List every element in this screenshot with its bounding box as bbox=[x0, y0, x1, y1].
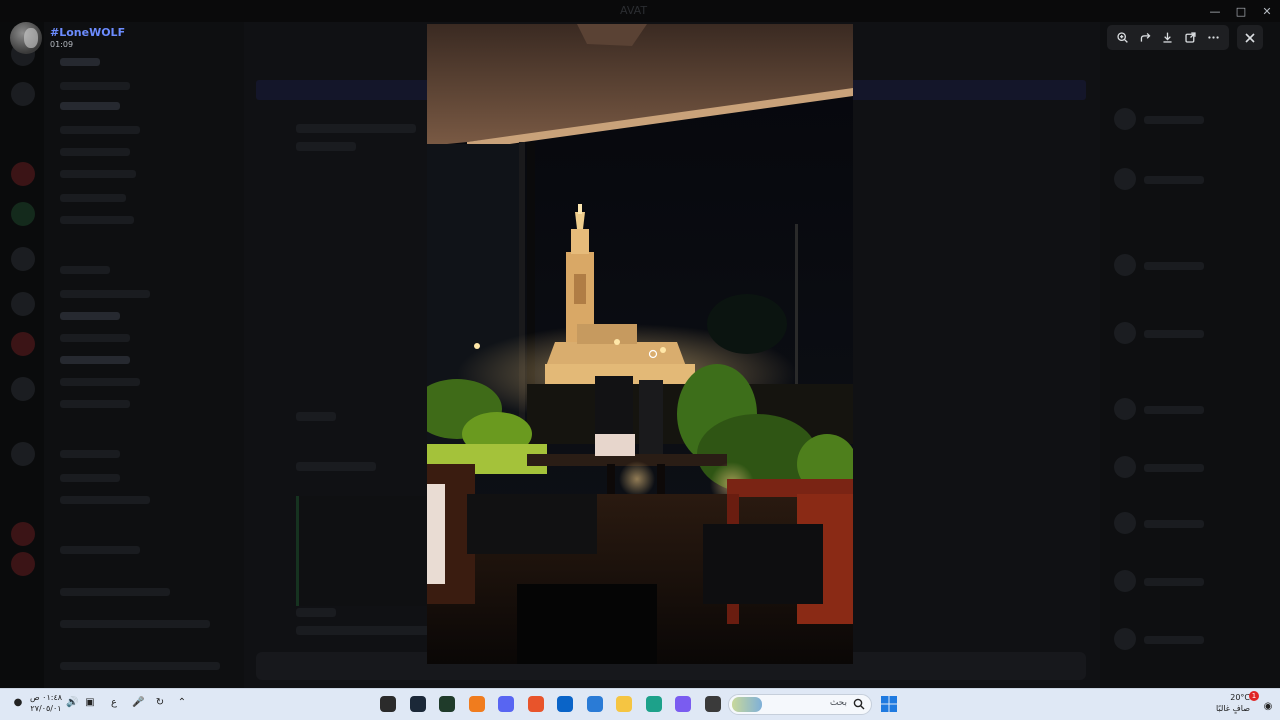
copilot-icon bbox=[675, 696, 691, 712]
microphone-icon[interactable]: 🎤 bbox=[132, 697, 144, 709]
window-controls: — □ ✕ bbox=[1202, 0, 1280, 22]
notification-center-icon[interactable]: ● bbox=[12, 697, 24, 709]
terminal-icon bbox=[439, 696, 455, 712]
brave-taskbar-button[interactable] bbox=[526, 694, 546, 714]
file-explorer-taskbar-button[interactable] bbox=[614, 694, 634, 714]
minimize-icon[interactable]: — bbox=[1202, 0, 1228, 22]
avast-icon bbox=[468, 696, 485, 712]
avast-taskbar-button[interactable] bbox=[467, 694, 487, 714]
discord-icon bbox=[498, 696, 514, 712]
steam-icon bbox=[409, 696, 426, 712]
clock-date: ٢٧/٠٥/٠١ bbox=[30, 704, 62, 713]
show-desktop-icon[interactable]: ◉ bbox=[1262, 701, 1274, 713]
attachment-image[interactable] bbox=[427, 24, 853, 664]
store-icon bbox=[586, 696, 603, 712]
volume-icon[interactable]: 🔊 bbox=[66, 697, 78, 709]
network-icon[interactable]: ▣ bbox=[84, 697, 96, 709]
search-highlight-image bbox=[732, 697, 762, 712]
taskbar-clock[interactable]: ٠١:٤٨ ص ٢٧/٠٥/٠١ bbox=[28, 692, 64, 714]
channel-list bbox=[44, 22, 244, 688]
record-app-icon bbox=[380, 696, 396, 712]
night-mosque-terrace-photo bbox=[427, 24, 853, 664]
brave-icon bbox=[527, 696, 544, 712]
app-window-icon bbox=[704, 696, 721, 712]
more-icon[interactable] bbox=[1205, 29, 1223, 47]
copilot-taskbar-button[interactable] bbox=[673, 694, 693, 714]
viewer-header: #LoneWOLF 01:09 bbox=[10, 22, 125, 54]
member-list bbox=[1100, 22, 1280, 688]
clock-time: ٠١:٤٨ ص bbox=[29, 693, 63, 702]
file-explorer-icon bbox=[616, 696, 632, 712]
viewer-toolbar bbox=[1107, 25, 1229, 50]
weather-description: صافٍ غالبًا bbox=[1216, 704, 1250, 713]
server-rail bbox=[0, 22, 44, 688]
store-taskbar-button[interactable] bbox=[585, 694, 605, 714]
window-close-icon[interactable]: ✕ bbox=[1254, 0, 1280, 22]
start-button[interactable] bbox=[879, 694, 899, 714]
search-icon bbox=[853, 698, 865, 710]
close-icon bbox=[1245, 32, 1255, 43]
chevron-up-icon[interactable]: ⌃ bbox=[176, 697, 188, 709]
message-timestamp: 01:09 bbox=[50, 39, 74, 49]
edge-icon bbox=[645, 696, 662, 712]
record-app-taskbar-button[interactable] bbox=[378, 694, 398, 714]
windows-logo-icon bbox=[881, 696, 897, 712]
close-viewer-button[interactable] bbox=[1237, 25, 1263, 50]
discord-taskbar-button[interactable] bbox=[496, 694, 516, 714]
steam-taskbar-button[interactable] bbox=[408, 694, 428, 714]
outlook-icon bbox=[557, 696, 573, 712]
weather-temp: 20°C bbox=[1230, 693, 1250, 702]
background-titlebar: AVAT bbox=[0, 0, 1280, 22]
zoom-in-icon[interactable] bbox=[1113, 29, 1131, 47]
notification-badge: 1 bbox=[1249, 691, 1259, 701]
sync-icon[interactable]: ↻ bbox=[154, 697, 166, 709]
forward-icon[interactable] bbox=[1136, 29, 1154, 47]
search-input[interactable]: بحث bbox=[728, 694, 872, 715]
avatar[interactable] bbox=[10, 22, 42, 54]
weather-widget[interactable]: 20°C صافٍ غالبًا bbox=[1206, 692, 1250, 714]
author-name[interactable]: #LoneWOLF bbox=[50, 26, 125, 40]
download-icon[interactable] bbox=[1159, 29, 1177, 47]
language-indicator[interactable]: ع bbox=[108, 697, 120, 709]
outlook-taskbar-button[interactable] bbox=[555, 694, 575, 714]
open-external-icon[interactable] bbox=[1182, 29, 1200, 47]
search-placeholder: بحث bbox=[829, 698, 847, 708]
terminal-taskbar-button[interactable] bbox=[437, 694, 457, 714]
edge-taskbar-button[interactable] bbox=[644, 694, 664, 714]
window-title: AVAT bbox=[620, 4, 648, 17]
app-window-taskbar-button[interactable] bbox=[703, 694, 723, 714]
taskbar bbox=[0, 688, 1280, 720]
maximize-icon[interactable]: □ bbox=[1228, 0, 1254, 22]
